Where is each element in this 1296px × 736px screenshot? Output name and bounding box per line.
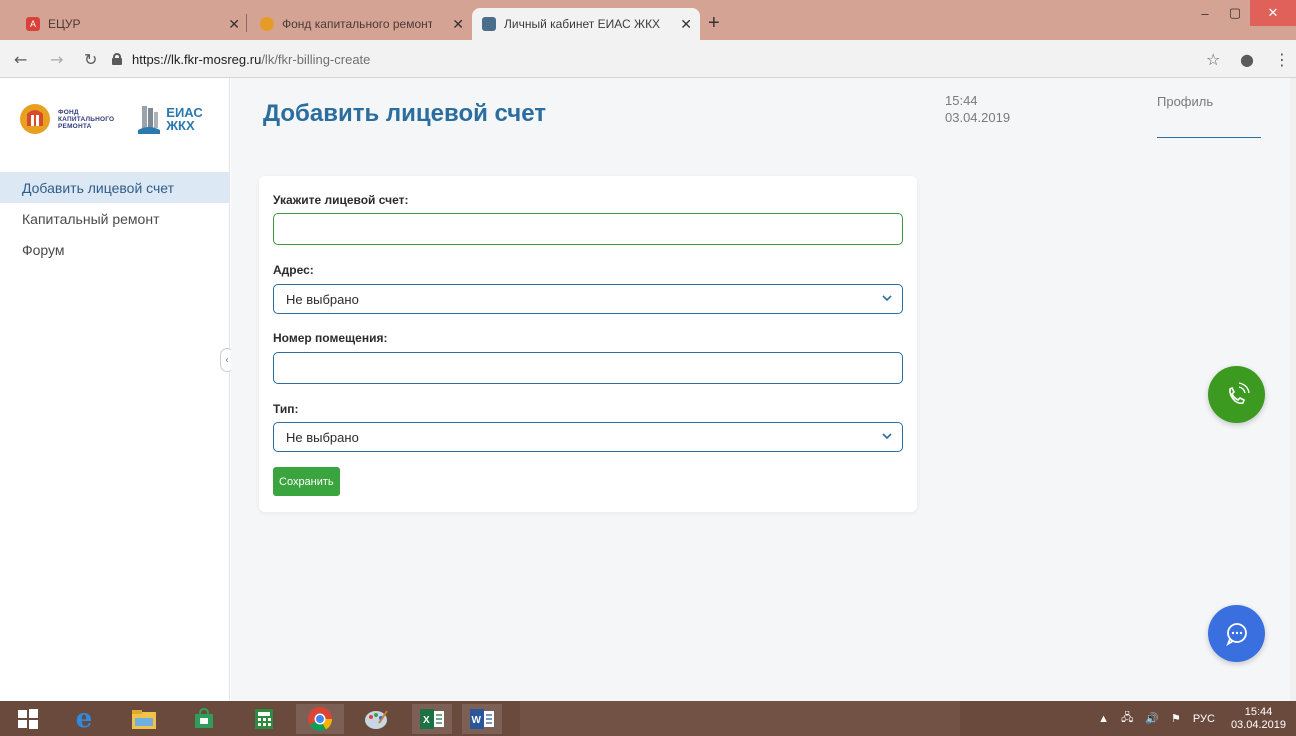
back-icon[interactable]: ←: [14, 50, 27, 69]
tab-favicon-icon: A: [26, 17, 40, 31]
tab-title: Личный кабинет ЕИАС ЖКХ: [504, 17, 661, 31]
add-account-form: Укажите лицевой счет: Адрес: Не выбрано …: [259, 176, 917, 512]
file-explorer-icon[interactable]: [124, 704, 164, 734]
sidebar-item-capital-repair[interactable]: Капитальный ремонт: [0, 203, 229, 234]
paint-icon[interactable]: [356, 704, 396, 734]
input-language[interactable]: РУС: [1193, 713, 1215, 725]
phone-icon: [1228, 381, 1250, 404]
sidebar: ФОНД КАПИТАЛЬНОГО РЕМОНТА ЕИАС ЖКХ Добав…: [0, 78, 234, 701]
taskbar-background: [520, 701, 960, 736]
word-icon[interactable]: W: [462, 704, 502, 734]
tray-date: 03.04.2019: [1230, 718, 1286, 731]
header-time: 15:44: [945, 93, 978, 108]
action-center-flag-icon[interactable]: ⚑: [1171, 712, 1181, 725]
url-host: https://lk.fkr-mosreg.ru: [132, 51, 262, 67]
excel-icon[interactable]: X: [412, 704, 452, 734]
bookmark-star-icon[interactable]: ☆: [1206, 50, 1220, 69]
internet-explorer-icon[interactable]: e: [64, 704, 104, 734]
url-path: /lk/fkr-billing-create: [261, 51, 371, 67]
maximize-button[interactable]: ▢: [1220, 0, 1250, 26]
tab-close-icon[interactable]: ✕: [680, 16, 692, 33]
account-label: Укажите лицевой счет:: [273, 193, 409, 207]
address-select[interactable]: Не выбрано: [273, 284, 903, 314]
main-content: Добавить лицевой счет 15:44 03.04.2019 П…: [231, 78, 1296, 701]
windows-start-icon[interactable]: [8, 704, 48, 734]
calculator-icon[interactable]: [244, 704, 284, 734]
page-scrollbar[interactable]: [1290, 78, 1296, 701]
chat-button[interactable]: [1208, 605, 1265, 662]
volume-icon[interactable]: 🔊: [1145, 712, 1159, 725]
chevron-left-icon: ‹: [225, 354, 229, 366]
address-label: Адрес:: [273, 263, 314, 277]
room-label: Номер помещения:: [273, 331, 388, 345]
window-controls: – ▢ ✕: [1190, 0, 1296, 26]
browser-toolbar: ← → ↻ https://lk.fkr-mosreg.ru/lk/fkr-bi…: [0, 40, 1296, 78]
show-hidden-icons-icon[interactable]: ▲: [1098, 713, 1109, 725]
type-label: Тип:: [273, 402, 299, 416]
tab-close-icon[interactable]: ✕: [452, 16, 464, 33]
eias-logo-text: ЕИАС ЖКХ: [166, 105, 203, 133]
chrome-icon[interactable]: [296, 704, 344, 734]
chevron-down-icon: [882, 295, 892, 302]
windows-taskbar: e X W ▲ 🖧 🔊 ⚑ РУС 15:44 03.04.2019: [0, 701, 1296, 736]
profile-link[interactable]: Профиль: [1157, 94, 1261, 138]
sidebar-item-forum[interactable]: Форум: [0, 234, 229, 265]
system-tray: ▲ 🖧 🔊 ⚑ РУС 15:44 03.04.2019: [1086, 701, 1286, 736]
call-button[interactable]: [1208, 366, 1265, 423]
lock-icon: [112, 53, 122, 65]
page-title: Добавить лицевой счет: [263, 100, 546, 127]
type-select-value: Не выбрано: [286, 429, 359, 445]
tab-favicon-icon: [482, 17, 496, 31]
forward-icon[interactable]: →: [50, 50, 63, 69]
tab-favicon-icon: [260, 17, 274, 31]
browser-tab[interactable]: Фонд капитального ремонта об ✕: [250, 8, 472, 40]
address-bar[interactable]: https://lk.fkr-mosreg.ru/lk/fkr-billing-…: [112, 46, 1192, 72]
fkr-logo-text: ФОНД КАПИТАЛЬНОГО РЕМОНТА: [58, 108, 115, 130]
browser-tab[interactable]: A ЕЦУР ✕: [16, 8, 248, 40]
minimize-button[interactable]: –: [1190, 0, 1220, 26]
header-date: 03.04.2019: [945, 110, 1011, 125]
logos: ФОНД КАПИТАЛЬНОГО РЕМОНТА ЕИАС ЖКХ: [18, 102, 203, 136]
chat-bubble-icon: [1225, 622, 1247, 646]
new-tab-button[interactable]: +: [708, 12, 720, 35]
header-datetime: 15:44 03.04.2019: [945, 92, 1010, 126]
tab-separator: [246, 14, 247, 32]
menu-icon[interactable]: ⋮: [1274, 50, 1290, 69]
room-number-input[interactable]: [273, 352, 903, 384]
tray-time: 15:44: [1244, 705, 1273, 718]
chevron-down-icon: [882, 433, 892, 440]
fkr-logo-icon[interactable]: [18, 102, 52, 136]
network-icon[interactable]: 🖧: [1121, 709, 1133, 728]
browser-tab-active[interactable]: Личный кабинет ЕИАС ЖКХ ✕: [472, 8, 700, 40]
tray-clock[interactable]: 15:44 03.04.2019: [1231, 706, 1286, 732]
account-input[interactable]: [273, 213, 903, 245]
eias-building-icon[interactable]: [138, 104, 161, 134]
account-icon[interactable]: ●: [1240, 50, 1254, 69]
sidebar-item-add-account[interactable]: Добавить лицевой счет: [0, 172, 229, 203]
reload-icon[interactable]: ↻: [84, 50, 97, 69]
type-select[interactable]: Не выбрано: [273, 422, 903, 452]
sidebar-nav: Добавить лицевой счет Капитальный ремонт…: [0, 172, 229, 265]
store-icon[interactable]: [184, 704, 224, 734]
tab-title: Фонд капитального ремонта об: [282, 17, 432, 31]
svg-text:W: W: [472, 715, 482, 726]
browser-tab-strip: A ЕЦУР ✕ Фонд капитального ремонта об ✕ …: [0, 0, 1296, 40]
address-select-value: Не выбрано: [286, 291, 359, 307]
save-button[interactable]: Сохранить: [273, 467, 340, 496]
svg-text:X: X: [423, 715, 430, 726]
tab-close-icon[interactable]: ✕: [228, 16, 240, 33]
close-window-button[interactable]: ✕: [1250, 0, 1296, 26]
tab-title: ЕЦУР: [48, 17, 81, 31]
